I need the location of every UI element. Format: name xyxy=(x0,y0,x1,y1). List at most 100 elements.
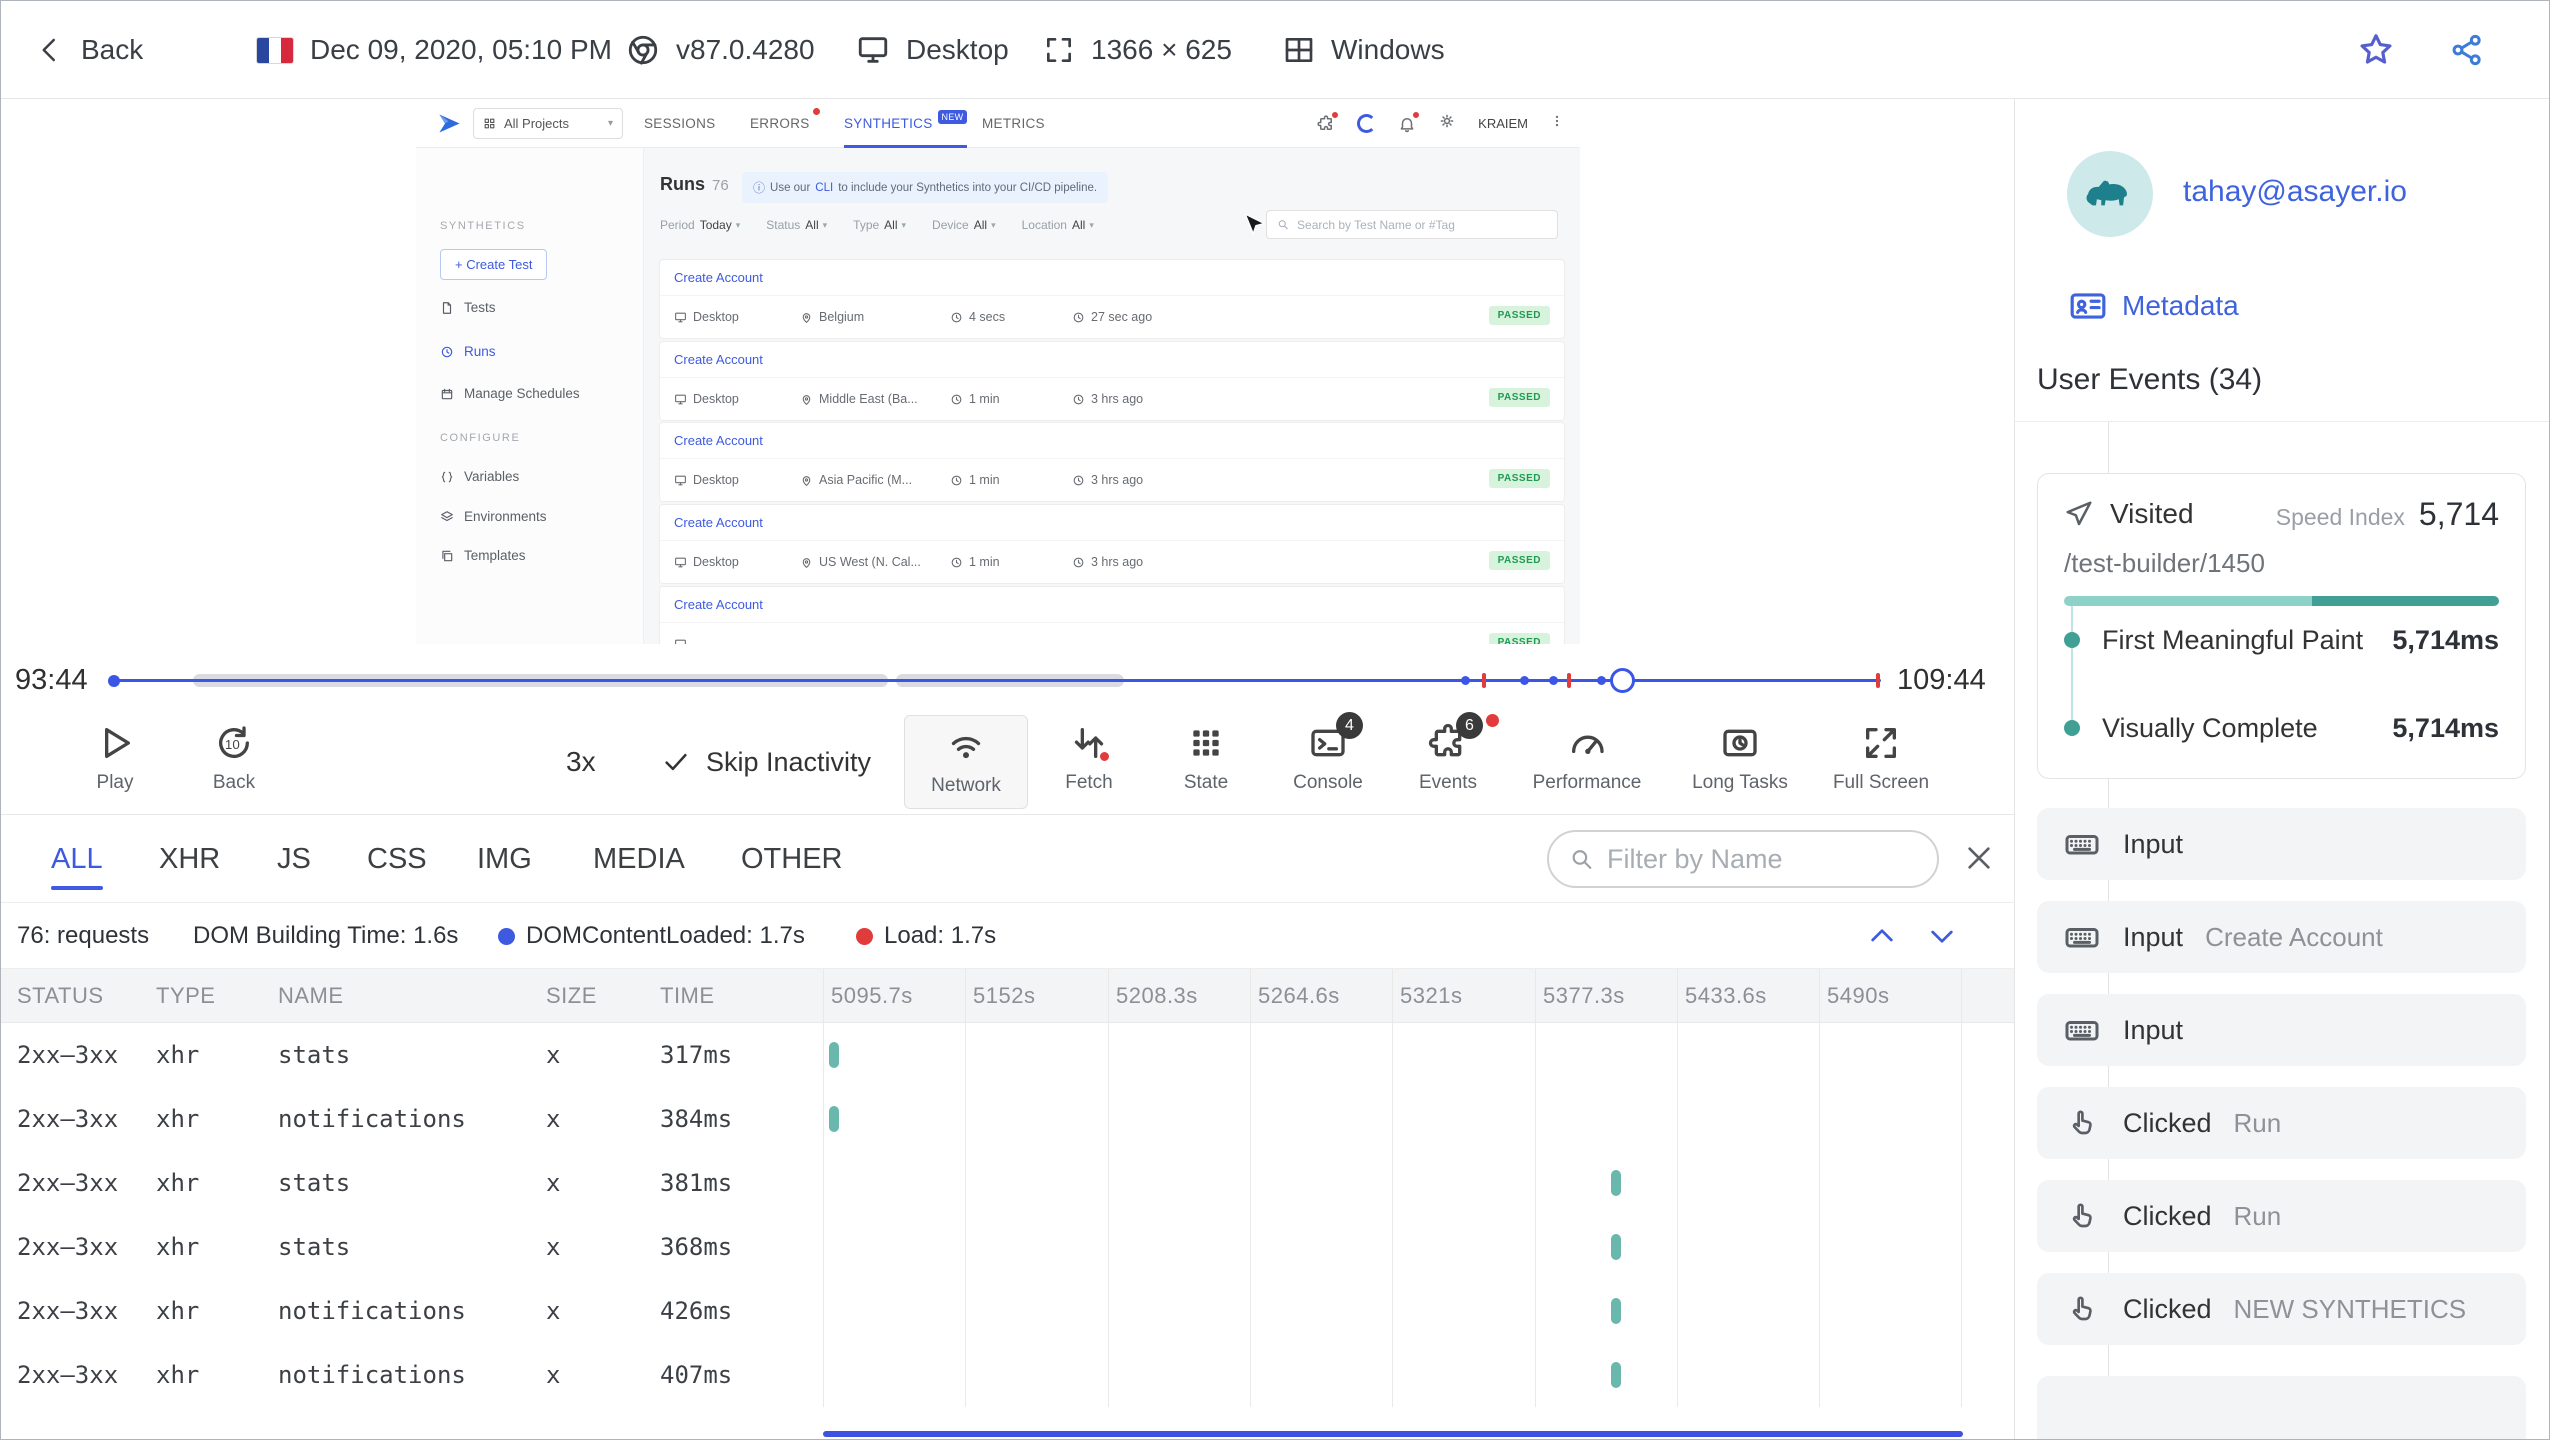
filter-field[interactable] xyxy=(1606,843,1917,875)
error-marker xyxy=(1482,673,1486,688)
resolution-icon xyxy=(1047,38,1071,62)
state-tool-button[interactable]: State xyxy=(1144,721,1268,794)
tab-all[interactable]: ALL xyxy=(51,815,103,903)
tab-errors: ERRORS xyxy=(750,99,820,148)
kebab-menu-icon xyxy=(1550,112,1564,135)
dcl-dot-icon xyxy=(498,927,515,945)
search-icon xyxy=(1278,220,1288,230)
session-date: Dec 09, 2020, 05:10 PM xyxy=(256,1,612,99)
sidebar-item-environments: Environments xyxy=(440,509,547,524)
back-button[interactable]: Back xyxy=(35,1,143,99)
metadata-button[interactable]: Metadata xyxy=(2069,287,2239,325)
navigate-icon xyxy=(2066,501,2092,526)
console-tool-button[interactable]: 4 Console xyxy=(1266,712,1390,794)
request-time: 407ms xyxy=(660,1361,733,1389)
recorded-app-nav-icons: KRAIEM xyxy=(1317,99,1564,148)
share-icon[interactable] xyxy=(2449,1,2485,99)
filter-input[interactable] xyxy=(1547,830,1939,888)
metric-dot-icon xyxy=(2064,632,2080,648)
network-request-row[interactable]: 2xx–3xx xhr stats x 381ms xyxy=(1,1151,2016,1215)
favorite-star-icon[interactable] xyxy=(2357,1,2395,99)
fullscreen-icon xyxy=(1866,728,1896,758)
network-request-row[interactable]: 2xx–3xx xhr stats x 317ms xyxy=(1,1023,2016,1087)
run-detail-row: Desktop Asia Pacific (M... 1 min 3 hrs a… xyxy=(660,459,1564,501)
replay-stage[interactable]: All Projects ▾ SESSIONS ERRORS SYNTHETIC… xyxy=(1,99,2016,652)
top-bar: Back Dec 09, 2020, 05:10 PM v87.0.4280 D… xyxy=(1,1,2549,99)
partial-event-card[interactable] xyxy=(2037,1376,2526,1439)
run-entry: Create Account Desktop Belgium 4 secs 27… xyxy=(660,260,1564,338)
player-controls: Play 10 Back 3x Skip Inactivity Network xyxy=(1,709,2016,815)
error-marker xyxy=(1567,673,1571,688)
status-badge: PASSED xyxy=(1488,633,1550,644)
runs-filters: Period Today ▾ Status All ▾ Type All ▾ Device A… xyxy=(660,218,1094,232)
tab-js[interactable]: JS xyxy=(277,815,311,903)
performance-tool-button[interactable]: Performance xyxy=(1525,721,1649,794)
id-card-icon xyxy=(2070,293,2106,319)
events-alert-dot xyxy=(1486,714,1499,727)
time-col-label: 5377.3s xyxy=(1543,983,1625,1008)
keyboard-icon xyxy=(2061,1012,2103,1048)
network-tool-button[interactable]: Network xyxy=(904,715,1028,809)
network-request-row[interactable]: 2xx–3xx xhr notifications x 426ms xyxy=(1,1279,2016,1343)
network-request-row[interactable]: 2xx–3xx xhr stats x 368ms xyxy=(1,1215,2016,1279)
full-screen-button[interactable]: Full Screen xyxy=(1819,721,1943,794)
request-timing-tick xyxy=(829,1106,839,1132)
request-size: x xyxy=(546,1297,561,1325)
visited-event-card[interactable]: Visited Speed Index 5,714 /test-builder/… xyxy=(2037,473,2526,779)
play-button[interactable]: Play xyxy=(53,721,177,794)
fetch-tool-button[interactable]: Fetch xyxy=(1027,721,1151,794)
network-icon xyxy=(951,736,981,759)
clicked-event-card[interactable]: Clicked Run xyxy=(2037,1087,2526,1159)
jump-down-icon[interactable] xyxy=(1926,920,1958,959)
input-event-card[interactable]: Input xyxy=(2037,808,2526,880)
request-status: 2xx–3xx xyxy=(17,1297,119,1325)
timeline-track[interactable] xyxy=(108,652,1881,709)
back-10-button[interactable]: 10 Back xyxy=(172,721,296,794)
jump-up-icon[interactable] xyxy=(1866,920,1898,959)
tab-media[interactable]: MEDIA xyxy=(593,815,685,903)
tab-img[interactable]: IMG xyxy=(477,815,532,903)
network-request-row[interactable]: 2xx–3xx xhr notifications x 407ms xyxy=(1,1343,2016,1407)
time-col-label: 5490s xyxy=(1827,983,1890,1008)
long-tasks-tool-button[interactable]: Long Tasks xyxy=(1678,721,1802,794)
browser-icon xyxy=(628,35,658,65)
network-table-body: 2xx–3xx xhr stats x 317ms 2xx–3xx xhr no… xyxy=(1,1023,2016,1407)
sidebar-item-manage-schedules: Manage Schedules xyxy=(440,386,580,401)
run-detail-row: PASSED xyxy=(660,623,1564,644)
loading-spinner-icon xyxy=(1357,114,1377,133)
input-event-card[interactable]: Input xyxy=(2037,994,2526,1066)
network-request-row[interactable]: 2xx–3xx xhr notifications x 384ms xyxy=(1,1087,2016,1151)
input-event-card[interactable]: Input Create Account xyxy=(2037,901,2526,973)
sidebar-item-variables: Variables xyxy=(440,469,519,484)
resolution-label: 1366 × 625 xyxy=(1091,34,1232,65)
speed-button[interactable]: 3x xyxy=(566,709,596,815)
clicked-event-card[interactable]: Clicked Run xyxy=(2037,1180,2526,1252)
col-name: NAME xyxy=(278,983,344,1008)
request-time: 426ms xyxy=(660,1297,733,1325)
user-events-title: User Events (34) xyxy=(2037,363,2263,396)
monitor-icon xyxy=(858,37,888,63)
metric-row: First Meaningful Paint 5,714ms xyxy=(2064,622,2499,658)
cli-banner: ⓘ Use our CLI to include your Synthetics… xyxy=(742,172,1109,203)
request-status: 2xx–3xx xyxy=(17,1041,119,1069)
recorded-user-name: KRAIEM xyxy=(1478,116,1528,131)
events-tool-button[interactable]: 6 Events xyxy=(1386,712,1510,794)
tab-css[interactable]: CSS xyxy=(367,815,427,903)
close-panel-icon[interactable] xyxy=(1963,842,1995,879)
device-info: Desktop xyxy=(856,1,1009,99)
clock-icon xyxy=(1073,557,1084,567)
request-time: 368ms xyxy=(660,1233,733,1261)
skip-inactivity-toggle[interactable]: Skip Inactivity xyxy=(661,709,871,815)
tab-xhr[interactable]: XHR xyxy=(159,815,220,903)
timeline-start-dot xyxy=(108,675,120,687)
tab-metrics: METRICS xyxy=(982,116,1045,131)
visited-path: /test-builder/1450 xyxy=(2064,548,2265,578)
run-detail-row: Desktop US West (N. Cal... 1 min 3 hrs a… xyxy=(660,541,1564,583)
status-badge: PASSED xyxy=(1488,388,1550,407)
tab-other[interactable]: OTHER xyxy=(741,815,843,903)
horizontal-scrollbar[interactable] xyxy=(823,1431,1963,1437)
filter-status: Status All ▾ xyxy=(766,218,828,232)
playhead[interactable] xyxy=(1610,668,1635,693)
request-name: stats xyxy=(278,1169,351,1197)
clicked-event-card[interactable]: Clicked NEW SYNTHETICS xyxy=(2037,1273,2526,1345)
